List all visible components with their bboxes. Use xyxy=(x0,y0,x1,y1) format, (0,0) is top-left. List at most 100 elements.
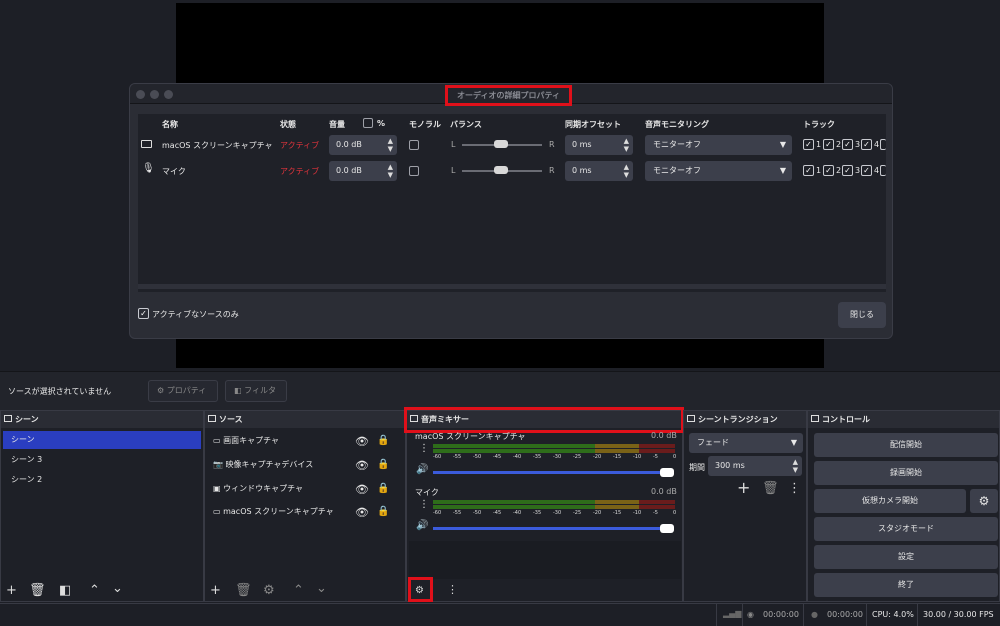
properties-button[interactable]: ⚙ プロパティ xyxy=(148,380,218,402)
transitions-title: シーントランジション xyxy=(698,415,778,424)
divider xyxy=(742,604,743,626)
meter-scale-label: -45 xyxy=(493,454,502,460)
track-1-checkbox[interactable]: ✓ xyxy=(803,165,814,176)
source-item[interactable]: ▣ ウィンドウキャプチャ xyxy=(205,480,405,498)
volume-slider-knob[interactable] xyxy=(660,524,675,533)
filters-button[interactable]: ◧ フィルタ xyxy=(225,380,287,402)
scene-item[interactable]: シーン xyxy=(3,431,201,449)
volume-spinbox[interactable]: 0.0 dB ▲ ▼ xyxy=(329,135,397,155)
chevron-down-icon[interactable]: ⌄ xyxy=(112,582,123,595)
stepper-icon: ▲ ▼ xyxy=(623,163,629,179)
balance-slider-knob[interactable] xyxy=(494,140,508,148)
trash-icon[interactable]: 🗑 xyxy=(235,584,252,597)
transition-select[interactable]: フェード ▼ xyxy=(689,433,803,453)
percent-checkbox[interactable] xyxy=(363,118,373,128)
lock-icon[interactable]: 🔒 xyxy=(377,506,389,517)
horizontal-scrollbar[interactable] xyxy=(138,284,886,289)
active-only-checkbox[interactable]: ✓ xyxy=(138,308,149,319)
volume-slider-fill[interactable] xyxy=(433,527,671,530)
filter-icon[interactable]: ◧ xyxy=(59,584,71,597)
minimize-window-button[interactable] xyxy=(150,90,159,99)
advanced-audio-properties-dialog: オーディオの詳細プロパティ 名称 状態 音量 % モノラル バランス 同期オフセ… xyxy=(129,83,893,339)
eye-icon[interactable]: 👁 xyxy=(355,435,369,448)
controls-header: コントロール xyxy=(808,411,999,428)
add-icon[interactable]: + xyxy=(6,584,17,597)
exit-button[interactable]: 終了 xyxy=(814,573,998,597)
track-label: 1 xyxy=(816,140,822,149)
scene-item[interactable]: シーン 3 xyxy=(3,451,201,469)
monitoring-select[interactable]: モニターオフ ▼ xyxy=(645,161,792,181)
sources-title: ソース xyxy=(219,415,243,424)
meter-scale-label: -15 xyxy=(613,510,622,516)
more-icon[interactable]: ⋮ xyxy=(447,583,458,596)
volume-spinbox[interactable]: 0.0 dB ▲ ▼ xyxy=(329,161,397,181)
level-meter-green xyxy=(433,505,595,509)
lock-icon[interactable]: 🔒 xyxy=(377,459,389,470)
scenes-dock: シーン シーン シーン 3 シーン 2 + 🗑 ◧ ⌃ ⌄ xyxy=(0,410,204,602)
speaker-icon[interactable]: 🔊 xyxy=(416,464,428,475)
track-4-checkbox[interactable]: ✓ xyxy=(861,139,872,150)
eye-icon[interactable]: 👁 xyxy=(355,459,369,472)
balance-right-label: R xyxy=(549,166,555,175)
more-icon[interactable]: ⋮ xyxy=(419,499,429,510)
sync-offset-spinbox[interactable]: 0 ms ▲ ▼ xyxy=(565,135,633,155)
track-4-checkbox[interactable]: ✓ xyxy=(861,165,872,176)
record-icon: ● xyxy=(811,610,818,619)
chevron-down-icon[interactable]: ⌄ xyxy=(316,582,327,595)
stepper-icon: ▲ ▼ xyxy=(387,137,393,153)
close-button[interactable]: 閉じる xyxy=(838,302,886,328)
studio-mode-button[interactable]: スタジオモード xyxy=(814,517,998,541)
close-window-button[interactable] xyxy=(136,90,145,99)
speaker-icon[interactable]: 🔊 xyxy=(416,520,428,531)
add-icon[interactable]: + xyxy=(737,480,750,496)
lock-icon[interactable]: 🔒 xyxy=(377,483,389,494)
settings-button[interactable]: 設定 xyxy=(814,545,998,569)
trash-icon[interactable]: 🗑 xyxy=(29,584,46,597)
eye-icon[interactable]: 👁 xyxy=(355,483,369,496)
duration-label: 期間 xyxy=(689,463,705,472)
scene-item[interactable]: シーン 2 xyxy=(3,471,201,489)
virtual-camera-settings-button[interactable]: ⚙ xyxy=(970,489,998,513)
source-item[interactable]: ▭ 画面キャプチャ xyxy=(205,432,405,450)
scenes-title: シーン xyxy=(15,415,39,424)
gear-icon[interactable]: ⚙ xyxy=(263,584,275,597)
balance-slider-knob[interactable] xyxy=(494,166,508,174)
track-3-checkbox[interactable]: ✓ xyxy=(842,165,853,176)
add-icon[interactable]: + xyxy=(210,584,221,597)
start-recording-button[interactable]: 録画開始 xyxy=(814,461,998,485)
source-item[interactable]: 📷 映像キャプチャデバイス xyxy=(205,456,405,474)
volume-slider-knob[interactable] xyxy=(660,468,675,477)
chevron-up-icon[interactable]: ⌃ xyxy=(89,584,100,597)
mono-checkbox[interactable] xyxy=(409,140,419,150)
track-2-checkbox[interactable]: ✓ xyxy=(823,165,834,176)
track-1-checkbox[interactable]: ✓ xyxy=(803,139,814,150)
lock-icon[interactable]: 🔒 xyxy=(377,435,389,446)
sync-offset-spinbox[interactable]: 0 ms ▲ ▼ xyxy=(565,161,633,181)
mono-checkbox[interactable] xyxy=(409,166,419,176)
divider xyxy=(917,604,918,626)
start-streaming-button[interactable]: 配信開始 xyxy=(814,433,998,457)
header-mono: モノラル xyxy=(409,120,441,129)
track-5-checkbox[interactable] xyxy=(880,139,886,150)
eye-icon[interactable]: 👁 xyxy=(355,506,369,519)
track-5-checkbox[interactable] xyxy=(880,165,886,176)
meter-scale-label: -20 xyxy=(593,510,602,516)
gear-icon[interactable]: ⚙ xyxy=(415,584,424,597)
source-item[interactable]: ▭ macOS スクリーンキャプチャ xyxy=(205,503,405,521)
track-3-checkbox[interactable]: ✓ xyxy=(842,139,853,150)
duration-spinbox[interactable]: 300 ms ▲ ▼ xyxy=(708,456,802,476)
track-2-checkbox[interactable]: ✓ xyxy=(823,139,834,150)
chevron-up-icon[interactable]: ⌃ xyxy=(293,584,304,597)
start-virtual-camera-button[interactable]: 仮想カメラ開始 xyxy=(814,489,966,513)
meter-scale-label: -55 xyxy=(453,510,462,516)
zoom-window-button[interactable] xyxy=(164,90,173,99)
more-icon[interactable]: ⋮ xyxy=(419,443,429,454)
volume-slider-fill[interactable] xyxy=(433,471,671,474)
dock-window-icon xyxy=(4,415,12,422)
more-icon[interactable]: ⋮ xyxy=(788,482,801,495)
divider xyxy=(866,604,867,626)
header-volume: 音量 xyxy=(329,120,345,129)
trash-icon[interactable]: 🗑 xyxy=(762,482,779,495)
monitoring-select[interactable]: モニターオフ ▼ xyxy=(645,135,792,155)
audio-mixer-dock: 音声ミキサー macOS スクリーンキャプチャ 0.0 dB ⋮ -60 -55-… xyxy=(404,407,684,602)
